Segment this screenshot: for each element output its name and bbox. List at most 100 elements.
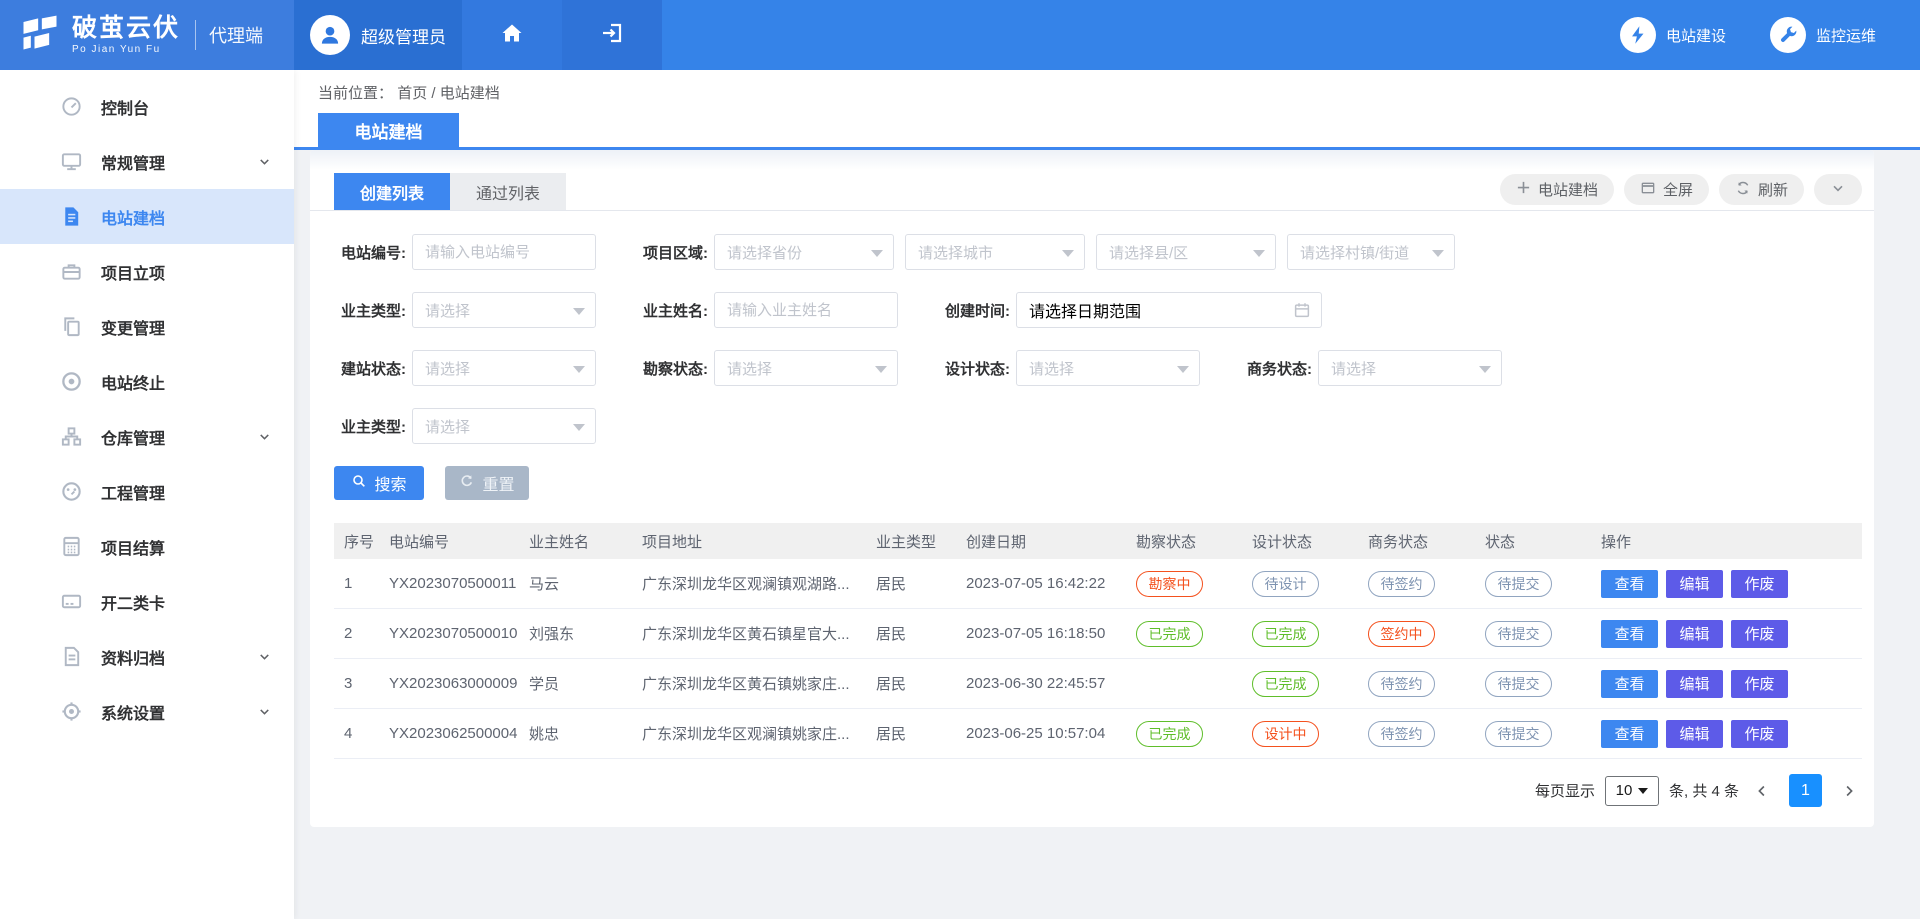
col-header-status: 状态 (1475, 531, 1591, 552)
owner-type-select[interactable]: 请选择 (412, 292, 596, 328)
filter-row-1: 电站编号: 项目区域: 请选择省份 请选择城市 请选择县/区 请选择村镇/街道 (334, 234, 1850, 270)
sidebar-item-data-archive[interactable]: 资料归档 (0, 629, 294, 684)
prev-page-button[interactable] (1749, 782, 1775, 800)
tab-create-list[interactable]: 创建列表 (334, 173, 450, 210)
collapse-toolbar-button[interactable] (1814, 174, 1862, 205)
sidebar-item-general-mgmt[interactable]: 常规管理 (0, 134, 294, 189)
logo-separator (195, 20, 196, 50)
fullscreen-button[interactable]: 全屏 (1624, 174, 1709, 205)
caret-down-icon (1062, 250, 1074, 257)
city-select[interactable]: 请选择城市 (905, 234, 1085, 270)
station-code: YX2023062500004 (379, 725, 519, 742)
owner-type: 居民 (866, 673, 956, 694)
breadcrumb-strip: 当前位置： 首页 / 电站建档 电站建档 (294, 70, 1920, 150)
filter-row-2: 业主类型: 请选择 业主姓名: 创建时间: 请选择日期范围 (334, 292, 1850, 328)
province-select[interactable]: 请选择省份 (714, 234, 894, 270)
edit-button[interactable]: 编辑 (1666, 570, 1723, 598)
pagination: 每页显示 10 条, 共 4 条 1 (310, 774, 1874, 807)
per-page-select[interactable]: 10 (1605, 776, 1659, 806)
void-button[interactable]: 作废 (1731, 620, 1788, 648)
survey-status-select[interactable]: 请选择 (714, 350, 898, 386)
sidebar-item-label: 系统设置 (101, 700, 165, 724)
caret-down-icon (1253, 250, 1265, 257)
sidebar-item-project-settlement[interactable]: 项目结算 (0, 519, 294, 574)
owner-name: 刘强东 (519, 623, 632, 644)
refresh-button[interactable]: 刷新 (1719, 174, 1804, 205)
filter-create-time: 创建时间: 请选择日期范围 (938, 292, 1322, 328)
search-button[interactable]: 搜索 (334, 466, 424, 500)
sidebar-item-engineering-mgmt[interactable]: 工程管理 (0, 464, 294, 519)
void-button[interactable]: 作废 (1731, 670, 1788, 698)
view-button[interactable]: 查看 (1601, 670, 1658, 698)
per-page-value: 10 (1616, 782, 1633, 799)
sidebar-item-label: 常规管理 (101, 150, 165, 174)
station-code-input[interactable] (412, 234, 596, 270)
business-status-placeholder: 请选择 (1331, 358, 1376, 379)
portal-label: 代理端 (209, 22, 263, 48)
page-number-button[interactable]: 1 (1789, 774, 1822, 807)
user-name: 超级管理员 (361, 23, 446, 48)
tab-passed-list[interactable]: 通过列表 (450, 173, 566, 210)
caret-down-icon (573, 366, 585, 373)
sidebar-item-label: 变更管理 (101, 315, 165, 339)
next-page-button[interactable] (1836, 782, 1862, 800)
breadcrumb-path[interactable]: 首页 / 电站建档 (397, 85, 500, 102)
sidebar-item-open-type2-card[interactable]: 开二类卡 (0, 574, 294, 629)
sidebar-item-change-mgmt[interactable]: 变更管理 (0, 299, 294, 354)
caret-down-icon (875, 366, 887, 373)
chevron-down-icon (257, 704, 272, 724)
build-status-select[interactable]: 请选择 (412, 350, 596, 386)
nav-monitor-ops[interactable]: 监控运维 (1770, 0, 1876, 70)
city-placeholder: 请选择城市 (918, 242, 993, 263)
card-icon (60, 590, 84, 614)
sidebar-item-console[interactable]: 控制台 (0, 79, 294, 134)
county-select[interactable]: 请选择县/区 (1096, 234, 1276, 270)
page-tab-station-filing[interactable]: 电站建档 (318, 113, 459, 147)
created-date: 2023-07-05 16:42:22 (956, 575, 1126, 592)
settings-icon (60, 700, 84, 724)
view-button[interactable]: 查看 (1601, 720, 1658, 748)
view-button[interactable]: 查看 (1601, 620, 1658, 648)
design-status-placeholder: 请选择 (1029, 358, 1074, 379)
reset-button[interactable]: 重置 (445, 466, 529, 500)
owner-type2-select[interactable]: 请选择 (412, 408, 596, 444)
row-no: 1 (334, 575, 379, 592)
station-code: YX2023063000009 (379, 675, 519, 692)
fullscreen-label: 全屏 (1663, 179, 1693, 200)
wrench-icon (1770, 17, 1806, 53)
void-button[interactable]: 作废 (1731, 570, 1788, 598)
owner-name: 姚忠 (519, 723, 632, 744)
edit-button[interactable]: 编辑 (1666, 720, 1723, 748)
owner-name-input[interactable] (714, 292, 898, 328)
business-status-select[interactable]: 请选择 (1318, 350, 1502, 386)
business-status-badge: 待签约 (1368, 671, 1435, 697)
user-menu[interactable]: 超级管理员 (294, 0, 462, 70)
logout-button[interactable] (562, 0, 662, 70)
region-selects: 请选择省份 请选择城市 请选择县/区 请选择村镇/街道 (714, 234, 1455, 270)
design-status-select[interactable]: 请选择 (1016, 350, 1200, 386)
nav-station-build[interactable]: 电站建设 (1620, 0, 1726, 70)
total-count-label: 条, 共 4 条 (1669, 780, 1739, 801)
home-button[interactable] (462, 0, 562, 70)
sidebar-item-warehouse-mgmt[interactable]: 仓库管理 (0, 409, 294, 464)
caret-down-icon (1432, 250, 1444, 257)
sidebar-item-project-initiation[interactable]: 项目立项 (0, 244, 294, 299)
business-status-badge: 待签约 (1368, 571, 1435, 597)
filter-survey-status: 勘察状态: 请选择 (636, 350, 898, 386)
main-content: 当前位置： 首页 / 电站建档 电站建档 创建列表 通过列表 电站建档 (294, 70, 1920, 919)
project-address: 广东深圳龙华区黄石镇姚家庄... (632, 673, 866, 694)
void-button[interactable]: 作废 (1731, 720, 1788, 748)
table-row: 2 YX2023070500010 刘强东 广东深圳龙华区黄石镇星官大... 居… (334, 609, 1862, 659)
header-spacer (662, 0, 1620, 70)
edit-button[interactable]: 编辑 (1666, 670, 1723, 698)
edit-button[interactable]: 编辑 (1666, 620, 1723, 648)
owner-type: 居民 (866, 573, 956, 594)
town-select[interactable]: 请选择村镇/街道 (1287, 234, 1455, 270)
sidebar-item-label: 项目立项 (101, 260, 165, 284)
create-station-button[interactable]: 电站建档 (1500, 174, 1614, 205)
view-button[interactable]: 查看 (1601, 570, 1658, 598)
sidebar-item-station-termination[interactable]: 电站终止 (0, 354, 294, 409)
sidebar-item-station-filing[interactable]: 电站建档 (0, 189, 294, 244)
date-range-input[interactable]: 请选择日期范围 (1016, 292, 1322, 328)
sidebar-item-system-settings[interactable]: 系统设置 (0, 684, 294, 739)
